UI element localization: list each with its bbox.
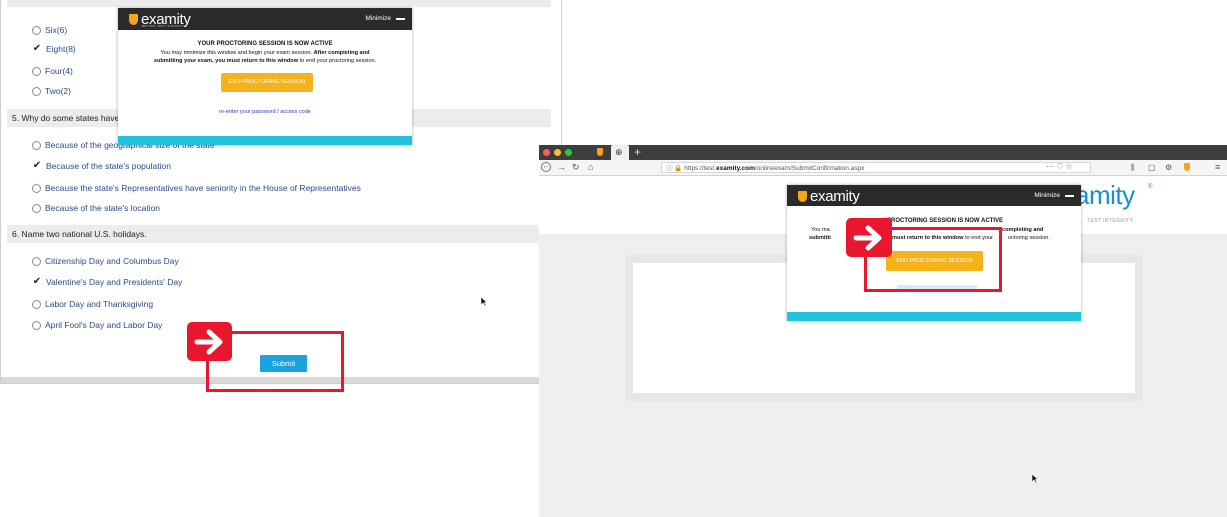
popup-footer-bar — [118, 136, 412, 145]
shield-icon — [798, 191, 807, 202]
q4-option-two[interactable]: Two(2) — [32, 86, 71, 96]
examity-tab-icon[interactable] — [597, 148, 603, 156]
radio-icon[interactable] — [32, 183, 41, 193]
proctor-popup: examity BETTER TEST INTEGRITY. Minimize … — [118, 8, 412, 145]
popup-header: examity Minimize — [787, 185, 1081, 206]
reload-icon[interactable]: ↻ — [572, 162, 580, 173]
new-tab-icon[interactable]: + — [634, 145, 641, 159]
page-actions[interactable]: ··· ♡ ☆ — [1046, 161, 1073, 173]
arrow-right-icon — [187, 322, 232, 361]
browser-nav-bar: ← → ↻ ⌂ ⓘ 🔒 https://test.examity.com/onl… — [539, 160, 1227, 176]
checkmark-icon[interactable]: ✔ — [32, 161, 42, 171]
registered-mark: ® — [1148, 184, 1153, 190]
radio-icon[interactable] — [32, 140, 41, 150]
shield-icon — [129, 14, 138, 25]
extension-icon[interactable]: ⚙ — [1165, 162, 1172, 173]
q4-option-eight[interactable]: ✔ Eight(8) — [32, 44, 76, 55]
end-proctoring-button[interactable]: END PROCTORING SESSION — [221, 73, 313, 92]
globe-icon: ⊕ — [615, 147, 623, 157]
popup-message-fragment: completing and — [1002, 227, 1044, 233]
checkmark-icon[interactable]: ✔ — [32, 277, 42, 287]
site-tagline: TEST INTEGRITY. — [1087, 218, 1135, 224]
maximize-window-icon[interactable] — [565, 149, 572, 156]
popup-message-line-1: You may minimize this window and begin y… — [160, 50, 370, 56]
q6-option-labor[interactable]: Labor Day and Thanksgiving — [32, 299, 153, 309]
logo-tagline: BETTER TEST INTEGRITY. — [142, 24, 187, 28]
q5-option-seniority[interactable]: Because the state's Representatives have… — [32, 183, 361, 193]
q6-option-citizenship[interactable]: Citizenship Day and Columbus Day — [32, 256, 179, 266]
q6-option-april[interactable]: April Fool's Day and Labor Day — [32, 320, 162, 330]
popup-message-line-2: submitting your exam, you must return to… — [153, 58, 377, 64]
site-logo-text: amity — [1075, 180, 1135, 210]
q5-option-location[interactable]: Because of the state's location — [32, 203, 160, 213]
popup-message-fragment: octoring session. — [1008, 235, 1050, 241]
question-6-text: 6. Name two national U.S. holidays. — [7, 225, 551, 243]
radio-icon[interactable] — [32, 25, 41, 35]
q6-option-valentines[interactable]: ✔ Valentine's Day and Presidents' Day — [32, 277, 183, 288]
radio-icon[interactable] — [32, 66, 41, 76]
popup-footer-bar — [787, 312, 1081, 321]
radio-icon[interactable] — [32, 256, 41, 266]
browser-tab-bar: ⊕ + — [539, 145, 1227, 160]
lock-icon: 🔒 — [674, 165, 683, 172]
home-icon[interactable]: ⌂ — [588, 162, 593, 173]
q4-option-four[interactable]: Four(4) — [32, 66, 73, 76]
popup-title: PROCTORING SESSION IS NOW ACTIVE — [887, 218, 1004, 224]
examity-logo: examity — [798, 188, 860, 205]
arrow-right-icon — [846, 218, 892, 257]
popup-title: YOUR PROCTORING SESSION IS NOW ACTIVE — [197, 41, 333, 47]
radio-icon[interactable] — [32, 299, 41, 309]
library-icon[interactable]: ⫼ — [1131, 162, 1135, 173]
checkmark-icon[interactable]: ✔ — [32, 44, 42, 54]
info-icon: ⓘ — [666, 165, 673, 172]
minimize-icon — [1065, 194, 1074, 197]
minimize-button[interactable]: Minimize — [365, 15, 405, 22]
radio-icon[interactable] — [32, 86, 41, 96]
radio-icon[interactable] — [32, 203, 41, 213]
examity-extension-icon[interactable] — [1184, 163, 1190, 171]
menu-icon[interactable]: ≡ — [1215, 162, 1220, 173]
question-4-bar — [7, 0, 551, 7]
popup-header: examity BETTER TEST INTEGRITY. Minimize — [118, 8, 412, 30]
minimize-button[interactable]: Minimize — [1034, 192, 1074, 199]
popup-message-fragment: submitti — [809, 235, 831, 241]
reenter-password-link[interactable]: re-enter your password / access code — [118, 109, 412, 115]
back-icon[interactable]: ← — [541, 162, 551, 172]
url-bar[interactable]: ⓘ 🔒 https://test.examity.com/onlineexam/… — [661, 162, 1091, 173]
radio-icon[interactable] — [32, 320, 41, 330]
forward-icon[interactable]: → — [557, 162, 566, 173]
mouse-cursor-icon — [480, 296, 488, 307]
mouse-cursor-icon — [1031, 473, 1039, 484]
q5-option-population[interactable]: ✔ Because of the state's population — [32, 161, 171, 172]
sidebar-icon[interactable]: ▢ — [1148, 162, 1156, 173]
close-window-icon[interactable] — [543, 149, 550, 156]
q4-option-six[interactable]: Six(6) — [32, 25, 67, 35]
minimize-window-icon[interactable] — [554, 149, 561, 156]
minimize-icon — [396, 17, 405, 20]
popup-message-fragment: You ma — [811, 227, 830, 233]
